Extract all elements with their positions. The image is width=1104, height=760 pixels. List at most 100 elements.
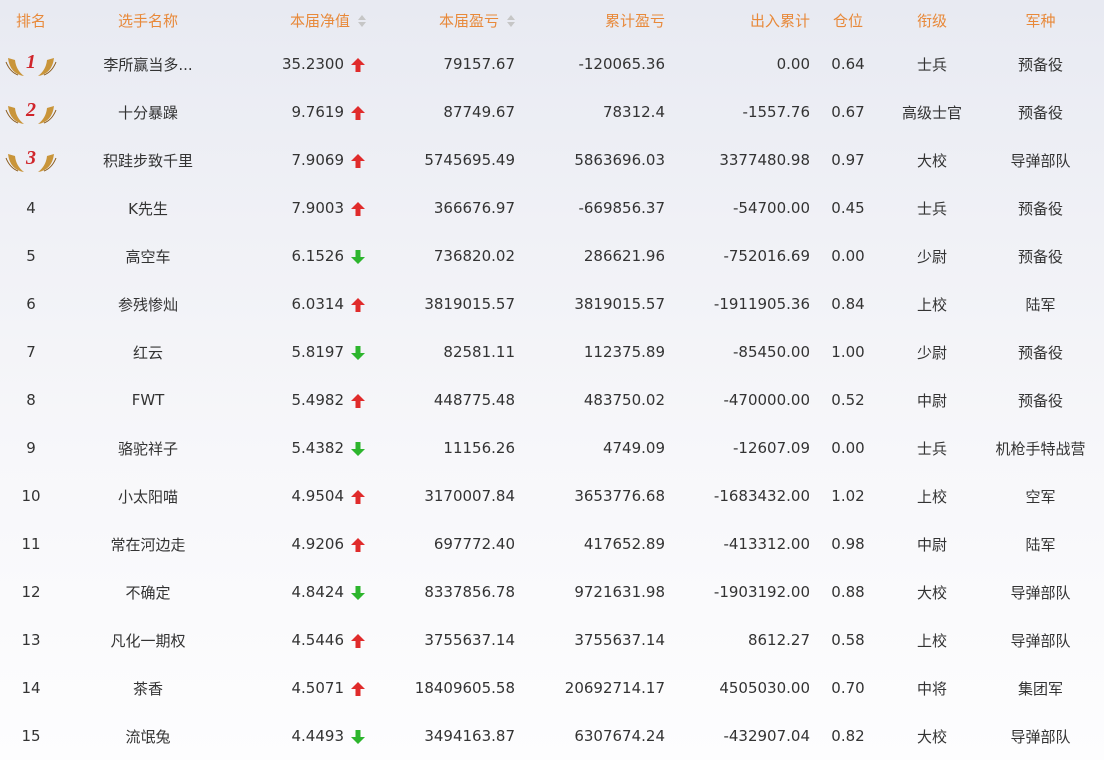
up-arrow-icon bbox=[351, 633, 365, 648]
col-header-cum-pl: 累计盈亏 bbox=[604, 11, 665, 30]
table-row[interactable]: 10 小太阳喵 4.9504 3170007.84 3653776.68 -1683432… bbox=[0, 472, 1104, 520]
col-header-nav[interactable]: 本届净值 bbox=[234, 10, 370, 31]
rank-cell: 15 bbox=[21, 727, 41, 745]
player-name[interactable]: 流氓兔 bbox=[62, 726, 234, 747]
cumulative-pl: 286621.96 bbox=[583, 247, 665, 265]
inout-cumulative: -12607.09 bbox=[733, 439, 810, 457]
up-arrow-icon bbox=[351, 297, 365, 312]
nav-value: 9.7619 bbox=[291, 103, 345, 121]
trend-cell bbox=[344, 679, 370, 697]
army-branch: 预备役 bbox=[1017, 247, 1063, 266]
position-ratio: 0.52 bbox=[831, 391, 865, 409]
rank-cell: 8 bbox=[26, 391, 36, 409]
inout-cumulative: 3377480.98 bbox=[719, 151, 810, 169]
army-branch: 预备役 bbox=[1017, 391, 1063, 410]
position-ratio: 0.82 bbox=[831, 727, 865, 745]
table-row[interactable]: 1 李所赢当多... 35.2300 79157.67 -120065.36 0.00 0.… bbox=[0, 40, 1104, 88]
col-header-position: 仓位 bbox=[832, 11, 863, 30]
inout-cumulative: 0.00 bbox=[776, 55, 810, 73]
table-row[interactable]: 15 流氓兔 4.4493 3494163.87 6307674.24 -432907.0… bbox=[0, 712, 1104, 760]
col-header-nav-label: 本届净值 bbox=[289, 11, 350, 30]
table-row[interactable]: 8 FWT 5.4982 448775.48 483750.02 -470000.00 0.… bbox=[0, 376, 1104, 424]
inout-cumulative: -413312.00 bbox=[723, 535, 810, 553]
table-row[interactable]: 11 常在河边走 4.9206 697772.40 417652.89 -413312.0… bbox=[0, 520, 1104, 568]
inout-cumulative: -752016.69 bbox=[723, 247, 810, 265]
military-title: 上校 bbox=[916, 631, 947, 650]
rank-cell: 11 bbox=[21, 535, 41, 553]
player-name[interactable]: 参残惨灿 bbox=[62, 294, 234, 315]
player-name[interactable]: 不确定 bbox=[62, 582, 234, 603]
table-row[interactable]: 9 骆驼祥子 5.4382 11156.26 4749.09 -12607.09 0.00 士… bbox=[0, 424, 1104, 472]
table-row[interactable]: 4 K先生 7.9003 366676.97 -669856.37 -54700.00 0.… bbox=[0, 184, 1104, 232]
position-ratio: 1.02 bbox=[831, 487, 865, 505]
cumulative-pl: -669856.37 bbox=[578, 199, 665, 217]
player-name[interactable]: 李所赢当多... bbox=[62, 54, 234, 75]
position-ratio: 0.70 bbox=[831, 679, 865, 697]
period-pl: 82581.11 bbox=[443, 343, 515, 361]
col-header-name: 选手名称 bbox=[117, 11, 178, 30]
trend-cell bbox=[344, 343, 370, 361]
cumulative-pl: 4749.09 bbox=[602, 439, 665, 457]
rank-cell: 10 bbox=[21, 487, 41, 505]
inout-cumulative: -85450.00 bbox=[733, 343, 810, 361]
rank-cell: 7 bbox=[26, 343, 36, 361]
up-arrow-icon bbox=[351, 105, 365, 120]
table-row[interactable]: 7 红云 5.8197 82581.11 112375.89 -85450.00 1.00 少… bbox=[0, 328, 1104, 376]
army-branch: 导弹部队 bbox=[1010, 727, 1071, 746]
nav-value: 7.9003 bbox=[291, 199, 345, 217]
military-title: 大校 bbox=[916, 151, 947, 170]
sort-icon[interactable] bbox=[358, 15, 366, 27]
player-name[interactable]: 凡化一期权 bbox=[62, 630, 234, 651]
rank-cell: 12 bbox=[21, 583, 41, 601]
trend-cell bbox=[344, 535, 370, 553]
player-name[interactable]: 常在河边走 bbox=[62, 534, 234, 555]
nav-value: 4.5071 bbox=[291, 679, 345, 697]
position-ratio: 0.97 bbox=[831, 151, 865, 169]
table-row[interactable]: 6 参残惨灿 6.0314 3819015.57 3819015.57 -1911905.… bbox=[0, 280, 1104, 328]
trend-cell bbox=[344, 727, 370, 745]
military-title: 上校 bbox=[916, 295, 947, 314]
position-ratio: 0.00 bbox=[831, 439, 865, 457]
cumulative-pl: 78312.4 bbox=[602, 103, 665, 121]
period-pl: 448775.48 bbox=[433, 391, 515, 409]
cumulative-pl: 6307674.24 bbox=[574, 727, 665, 745]
army-branch: 空军 bbox=[1025, 487, 1056, 506]
military-title: 中尉 bbox=[916, 391, 947, 410]
table-row[interactable]: 14 茶香 4.5071 18409605.58 20692714.17 4505030.… bbox=[0, 664, 1104, 712]
player-name[interactable]: 积跬步致千里 bbox=[62, 150, 234, 171]
cumulative-pl: -120065.36 bbox=[578, 55, 665, 73]
svg-text:2: 2 bbox=[25, 99, 36, 121]
player-name[interactable]: 高空车 bbox=[62, 246, 234, 267]
rank-medal-icon: 3 bbox=[5, 147, 57, 172]
table-row[interactable]: 13 凡化一期权 4.5446 3755637.14 3755637.14 8612.27… bbox=[0, 616, 1104, 664]
military-title: 大校 bbox=[916, 727, 947, 746]
trend-cell bbox=[344, 631, 370, 649]
player-name[interactable]: K先生 bbox=[62, 198, 234, 219]
period-pl: 3170007.84 bbox=[424, 487, 515, 505]
inout-cumulative: 4505030.00 bbox=[719, 679, 810, 697]
table-row[interactable]: 5 高空车 6.1526 736820.02 286621.96 -752016.69 0.… bbox=[0, 232, 1104, 280]
period-pl: 736820.02 bbox=[433, 247, 515, 265]
player-name[interactable]: FWT bbox=[62, 391, 234, 409]
cumulative-pl: 417652.89 bbox=[583, 535, 665, 553]
player-name[interactable]: 骆驼祥子 bbox=[62, 438, 234, 459]
player-name[interactable]: 红云 bbox=[62, 342, 234, 363]
down-arrow-icon bbox=[351, 345, 365, 360]
up-arrow-icon bbox=[351, 489, 365, 504]
rank-cell: 9 bbox=[26, 439, 36, 457]
player-name[interactable]: 小太阳喵 bbox=[62, 486, 234, 507]
cumulative-pl: 9721631.98 bbox=[574, 583, 665, 601]
army-branch: 导弹部队 bbox=[1010, 151, 1071, 170]
army-branch: 导弹部队 bbox=[1010, 631, 1071, 650]
trend-cell bbox=[344, 391, 370, 409]
army-branch: 预备役 bbox=[1017, 103, 1063, 122]
table-row[interactable]: 3 积跬步致千里 7.9069 5745695.49 5863696.03 3377480… bbox=[0, 136, 1104, 184]
player-name[interactable]: 十分暴躁 bbox=[62, 102, 234, 123]
military-title: 士兵 bbox=[916, 55, 947, 74]
col-header-pl[interactable]: 本届盈亏 bbox=[370, 10, 515, 31]
sort-icon[interactable] bbox=[507, 15, 515, 27]
player-name[interactable]: 茶香 bbox=[62, 678, 234, 699]
table-row[interactable]: 12 不确定 4.8424 8337856.78 9721631.98 -1903192.… bbox=[0, 568, 1104, 616]
table-row[interactable]: 2 十分暴躁 9.7619 87749.67 78312.4 -1557.76 0.67 高级… bbox=[0, 88, 1104, 136]
army-branch: 导弹部队 bbox=[1010, 583, 1071, 602]
